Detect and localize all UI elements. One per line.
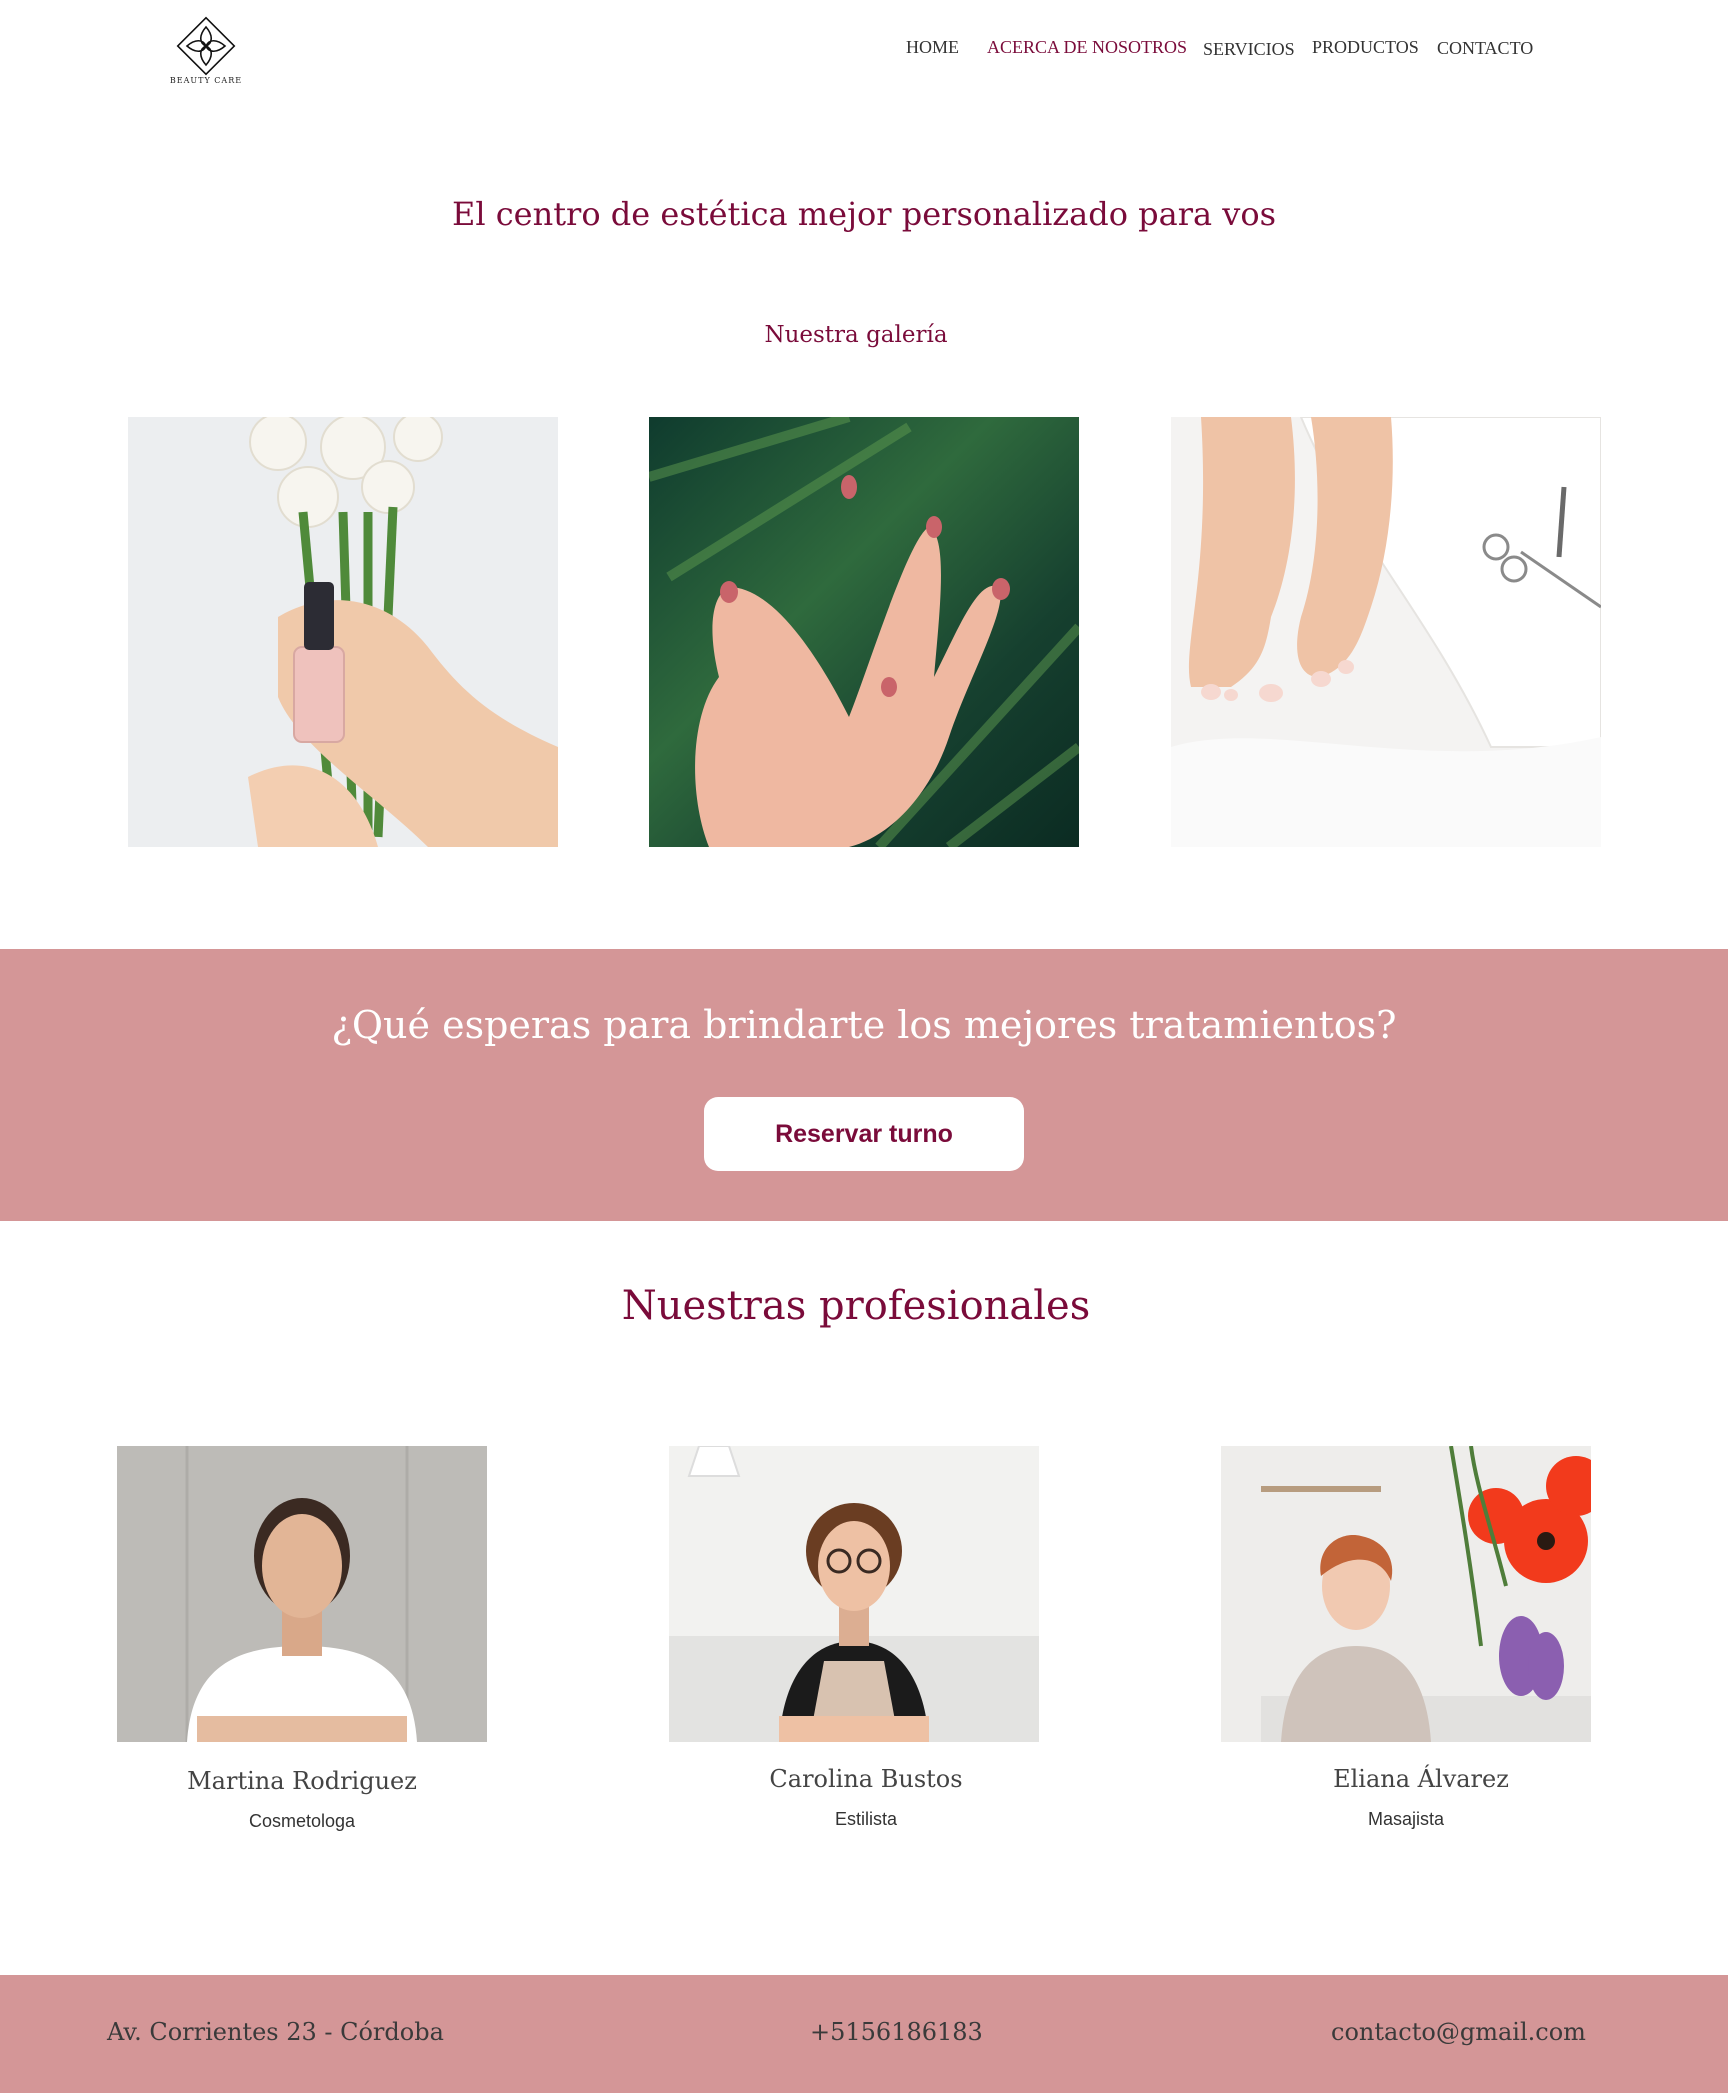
footer-email[interactable]: contacto@gmail.com <box>1331 2018 1586 2046</box>
professional-role-2: Estilista <box>834 1809 897 1829</box>
flower-logo-icon <box>176 16 236 76</box>
professional-name-1: Martina Rodriguez <box>187 1767 417 1795</box>
gallery-image-pedicure-feet <box>1171 417 1601 847</box>
nav-home[interactable]: HOME <box>906 37 959 58</box>
reservar-turno-button[interactable]: Reservar turno <box>704 1097 1024 1171</box>
professional-role-3: Masajista <box>1367 1809 1445 1829</box>
professional-photo-martina <box>117 1446 487 1742</box>
professionals-title: Nuestras profesionales <box>621 1283 1091 1329</box>
nav-servicios[interactable]: SERVICIOS <box>1203 39 1295 60</box>
nav-acerca-de-nosotros[interactable]: ACERCA DE NOSOTROS <box>987 37 1187 58</box>
footer-phone[interactable]: +5156186183 <box>810 2018 983 2046</box>
logo-text: BEAUTY CARE <box>169 76 243 85</box>
professional-name-3: Eliana Álvarez <box>1333 1765 1509 1793</box>
professional-role-1: Cosmetologa <box>248 1811 356 1831</box>
nav-contacto[interactable]: CONTACTO <box>1437 38 1533 59</box>
professional-name-2: Carolina Bustos <box>769 1765 963 1793</box>
gallery-image-nail-art-hands <box>649 417 1079 847</box>
footer-address: Av. Corrientes 23 - Córdoba <box>107 2018 444 2046</box>
cta-section <box>0 949 1728 1221</box>
professional-photo-carolina <box>669 1446 1039 1742</box>
gallery-title: Nuestra galería <box>764 322 948 348</box>
page-title: El centro de estética mejor personalizad… <box>451 195 1277 233</box>
cta-title: ¿Qué esperas para brindarte los mejores … <box>331 1003 1397 1047</box>
professional-photo-eliana <box>1221 1446 1591 1742</box>
nav-productos[interactable]: PRODUCTOS <box>1312 37 1419 58</box>
gallery-image-manicure-roses <box>128 417 558 847</box>
